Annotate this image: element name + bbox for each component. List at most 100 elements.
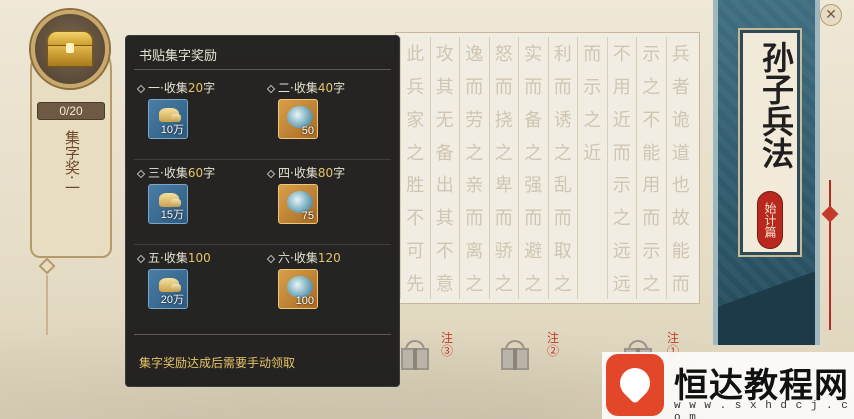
character-cell[interactable]: 利 bbox=[554, 37, 572, 70]
character-cell[interactable]: 之 bbox=[554, 135, 572, 168]
jade-swirl-item-slot[interactable]: 50 bbox=[278, 99, 318, 139]
character-cell[interactable]: 诱 bbox=[554, 103, 572, 136]
reward-tier: 三·收集60字 15万 bbox=[136, 164, 266, 234]
character-cell[interactable]: 而 bbox=[524, 70, 542, 103]
character-cell[interactable]: 备 bbox=[436, 135, 454, 168]
reward-tier-prefix: 四·收集 bbox=[278, 166, 318, 180]
character-cell[interactable]: 兵 bbox=[672, 37, 690, 70]
character-cell[interactable]: 之 bbox=[465, 135, 483, 168]
character-cell[interactable]: 卑 bbox=[495, 168, 513, 201]
character-cell[interactable]: 之 bbox=[554, 266, 572, 299]
character-column: 示之不能用而示之 bbox=[636, 37, 666, 299]
treasure-chest-button[interactable] bbox=[31, 10, 109, 88]
collection-reward-panel[interactable]: 0/20 集字奖·一 bbox=[25, 10, 115, 265]
character-cell[interactable]: 而 bbox=[672, 266, 690, 299]
character-cell[interactable]: 用 bbox=[613, 70, 631, 103]
reward-tier-prefix: 三·收集 bbox=[148, 166, 188, 180]
character-cell[interactable]: 之 bbox=[465, 266, 483, 299]
character-cell[interactable]: 示 bbox=[613, 168, 631, 201]
character-cell[interactable]: 能 bbox=[642, 135, 660, 168]
character-cell[interactable]: 先 bbox=[406, 266, 424, 299]
character-cell[interactable]: 离 bbox=[465, 234, 483, 267]
character-cell[interactable]: 用 bbox=[642, 168, 660, 201]
character-cell[interactable]: 不 bbox=[642, 103, 660, 136]
character-cell[interactable]: 之 bbox=[642, 266, 660, 299]
character-cell[interactable]: 挠 bbox=[495, 103, 513, 136]
character-cell[interactable]: 亲 bbox=[465, 168, 483, 201]
character-cell[interactable]: 此 bbox=[406, 37, 424, 70]
character-cell[interactable]: 道 bbox=[672, 135, 690, 168]
character-cell[interactable]: 乱 bbox=[554, 168, 572, 201]
character-cell[interactable]: 之 bbox=[524, 135, 542, 168]
character-cell[interactable]: 近 bbox=[613, 103, 631, 136]
reward-tooltip: 书贴集字奖励 一·收集20字 10万 二·收集40字 50 三·收集60字 15万 四·收集… bbox=[125, 35, 400, 387]
character-cell[interactable]: 家 bbox=[406, 103, 424, 136]
character-cell[interactable]: 而 bbox=[554, 201, 572, 234]
character-cell[interactable]: 其 bbox=[436, 70, 454, 103]
character-cell[interactable]: 无 bbox=[436, 103, 454, 136]
character-cell[interactable]: 能 bbox=[672, 234, 690, 267]
character-cell[interactable]: 示 bbox=[583, 70, 601, 103]
gift-box-3-icon[interactable] bbox=[397, 340, 433, 372]
character-cell[interactable]: 之 bbox=[583, 103, 601, 136]
character-cell[interactable]: 而 bbox=[495, 70, 513, 103]
character-cell[interactable]: 出 bbox=[436, 168, 454, 201]
character-cell[interactable]: 近 bbox=[583, 135, 601, 168]
progress-text: 0/20 bbox=[59, 104, 83, 118]
character-cell[interactable]: 而 bbox=[642, 201, 660, 234]
character-cell[interactable]: 怒 bbox=[495, 37, 513, 70]
character-cell[interactable]: 而 bbox=[465, 201, 483, 234]
jade-swirl-item-slot[interactable]: 100 bbox=[278, 269, 318, 309]
character-cell[interactable]: 而 bbox=[465, 70, 483, 103]
character-cell[interactable]: 兵 bbox=[406, 70, 424, 103]
reward-tier-count: 80 bbox=[317, 166, 334, 180]
character-cell[interactable]: 而 bbox=[583, 37, 601, 70]
character-cell[interactable]: 之 bbox=[406, 135, 424, 168]
silver-ingot-item-slot[interactable]: 10万 bbox=[148, 99, 188, 139]
reward-tier-label: 三·收集60字 bbox=[136, 164, 215, 181]
character-cell[interactable]: 不 bbox=[436, 234, 454, 267]
character-cell[interactable]: 骄 bbox=[495, 234, 513, 267]
diamond-bullet-icon bbox=[266, 254, 276, 263]
character-cell[interactable]: 诡 bbox=[672, 103, 690, 136]
character-cell[interactable]: 也 bbox=[672, 168, 690, 201]
jade-swirl-item-slot[interactable]: 75 bbox=[278, 184, 318, 224]
character-cell[interactable]: 强 bbox=[524, 168, 542, 201]
character-cell[interactable]: 之 bbox=[642, 70, 660, 103]
character-cell[interactable]: 之 bbox=[495, 135, 513, 168]
reward-tier-count: 60 bbox=[187, 166, 204, 180]
character-cell[interactable]: 攻 bbox=[436, 37, 454, 70]
character-cell[interactable]: 者 bbox=[672, 70, 690, 103]
character-column: 而示之近 bbox=[577, 37, 607, 299]
character-cell[interactable]: 之 bbox=[613, 201, 631, 234]
character-cell[interactable]: 示 bbox=[642, 234, 660, 267]
gift-box-2-icon[interactable] bbox=[497, 340, 533, 372]
character-cell[interactable]: 逸 bbox=[465, 37, 483, 70]
character-cell[interactable]: 其 bbox=[436, 201, 454, 234]
character-cell[interactable]: 不 bbox=[406, 201, 424, 234]
character-cell[interactable]: 取 bbox=[554, 234, 572, 267]
character-cell[interactable]: 而 bbox=[524, 201, 542, 234]
silver-ingot-item-slot[interactable]: 20万 bbox=[148, 269, 188, 309]
reward-tier-label: 四·收集80字 bbox=[266, 164, 345, 181]
character-cell[interactable]: 之 bbox=[524, 266, 542, 299]
character-cell[interactable]: 备 bbox=[524, 103, 542, 136]
character-cell[interactable]: 而 bbox=[613, 135, 631, 168]
diamond-bullet-icon bbox=[136, 169, 146, 178]
character-cell[interactable]: 不 bbox=[613, 37, 631, 70]
character-cell[interactable]: 故 bbox=[672, 201, 690, 234]
character-cell[interactable]: 胜 bbox=[406, 168, 424, 201]
silver-ingot-item-slot[interactable]: 15万 bbox=[148, 184, 188, 224]
character-cell[interactable]: 可 bbox=[406, 234, 424, 267]
character-cell[interactable]: 远 bbox=[613, 266, 631, 299]
character-cell[interactable]: 而 bbox=[554, 70, 572, 103]
character-cell[interactable]: 劳 bbox=[465, 103, 483, 136]
character-cell[interactable]: 避 bbox=[524, 234, 542, 267]
ornament-button-icon[interactable]: ✕ bbox=[820, 4, 842, 26]
character-cell[interactable]: 之 bbox=[495, 266, 513, 299]
character-cell[interactable]: 意 bbox=[436, 266, 454, 299]
character-cell[interactable]: 而 bbox=[495, 201, 513, 234]
character-cell[interactable]: 示 bbox=[642, 37, 660, 70]
character-cell[interactable]: 实 bbox=[524, 37, 542, 70]
character-cell[interactable]: 远 bbox=[613, 234, 631, 267]
